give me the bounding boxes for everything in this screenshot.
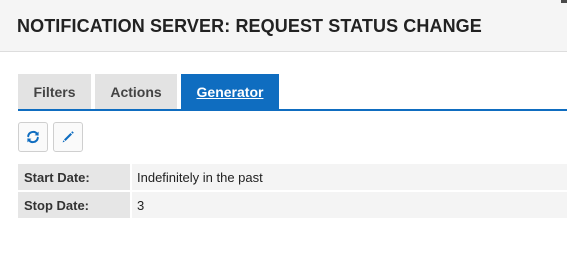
start-date-value: Indefinitely in the past [132,164,567,190]
tab-bar-underline [18,109,567,111]
details-row-start-date: Start Date: Indefinitely in the past [18,164,567,190]
main-content: Filters Actions Generator Start Date: In… [0,52,567,261]
tab-actions[interactable]: Actions [95,74,177,109]
page-header: NOTIFICATION SERVER: REQUEST STATUS CHAN… [0,0,567,52]
pencil-icon [61,130,75,144]
stop-date-value: 3 [132,192,567,218]
edit-button[interactable] [53,122,83,152]
details-row-stop-date: Stop Date: 3 [18,192,567,218]
window-edge [561,0,567,3]
tab-filters[interactable]: Filters [18,74,91,109]
start-date-label: Start Date: [18,164,130,190]
details-table: Start Date: Indefinitely in the past Sto… [18,164,567,220]
stop-date-label: Stop Date: [18,192,130,218]
refresh-button[interactable] [18,122,48,152]
tab-generator[interactable]: Generator [181,74,279,109]
tab-bar: Filters Actions Generator [18,74,567,109]
refresh-icon [26,130,40,144]
page-title: NOTIFICATION SERVER: REQUEST STATUS CHAN… [17,16,482,36]
